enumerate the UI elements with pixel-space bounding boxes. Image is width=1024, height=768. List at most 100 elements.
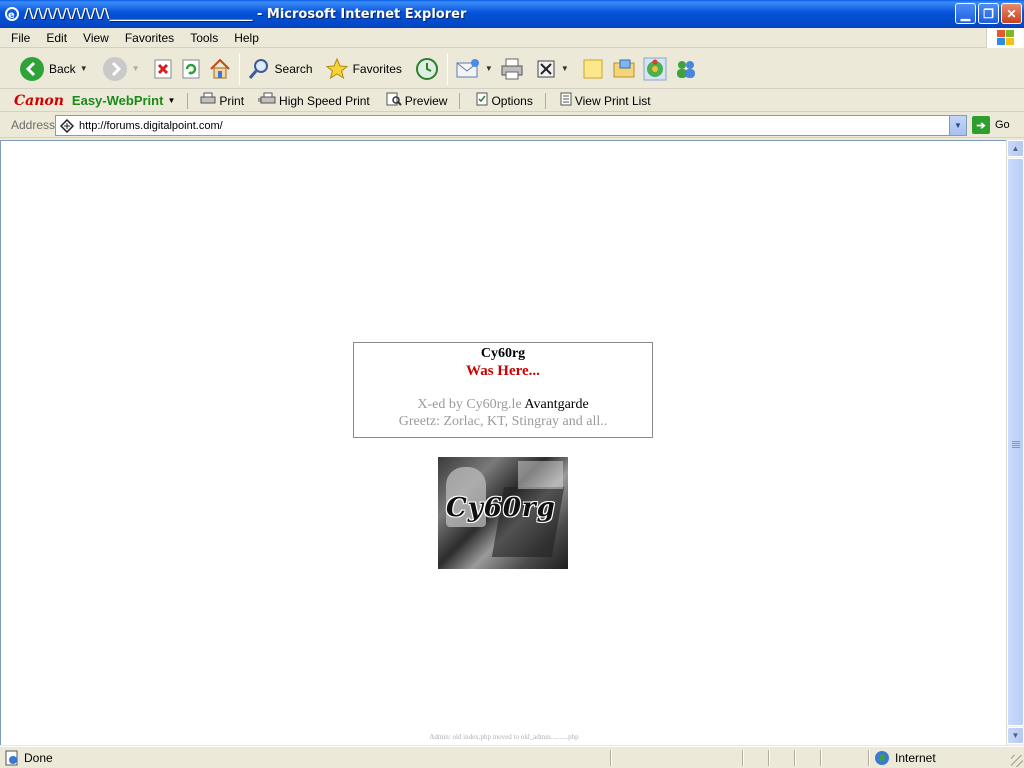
search-button[interactable]: Search [244, 52, 316, 86]
address-url: http://forums.digitalpoint.com/ [79, 119, 223, 132]
page-title: Cy60rg [480, 346, 526, 361]
menu-favorites[interactable]: Favorites [117, 31, 182, 45]
printer-icon [200, 92, 216, 109]
chevron-down-icon[interactable]: ▼ [561, 64, 569, 73]
xed-by-highlight: Avantgarde [524, 397, 589, 412]
printer-icon [501, 58, 523, 79]
easywebprint-menu[interactable]: Easy-WebPrint [72, 93, 164, 108]
separator [544, 92, 546, 109]
canon-easywebprint-bar: Canon Easy-WebPrint ▼ Print High Speed P… [0, 90, 1024, 112]
menu-bar: File Edit View Favorites Tools Help [0, 28, 1024, 48]
title-bar: e /\/\/\/\/\/\/\/\/\____________________… [0, 0, 1024, 28]
chevron-down-icon[interactable]: ▼ [485, 64, 493, 73]
address-label: Address [11, 118, 56, 132]
separator [459, 92, 461, 109]
menu-help[interactable]: Help [226, 31, 267, 45]
status-text: Done [24, 750, 53, 765]
chevron-down-icon[interactable]: ▼ [167, 96, 175, 105]
status-panel-divider [610, 750, 612, 766]
search-label: Search [274, 61, 313, 76]
page-icon [59, 118, 75, 133]
stop-button[interactable] [149, 52, 177, 86]
high-speed-print-label: High Speed Print [279, 93, 370, 108]
messenger-button[interactable] [670, 52, 702, 86]
back-button[interactable]: Back ▼ [16, 52, 91, 86]
home-button[interactable] [205, 52, 235, 86]
history-button[interactable] [411, 52, 443, 86]
go-label: Go [995, 119, 1010, 131]
status-panel-divider [794, 750, 796, 766]
high-speed-print-button[interactable]: High Speed Print [258, 92, 370, 109]
chevron-down-icon[interactable]: ▼ [132, 64, 140, 73]
zone-label: Internet [895, 751, 936, 765]
footer-note: Admin: old index.php moved to old_admin.… [429, 733, 579, 741]
standard-toolbar: Back ▼ ▼ Search Favorites ▼ ▼ [0, 49, 1024, 89]
note-icon [583, 59, 603, 78]
greetz-line: Greetz: Zorlac, KT, Stingray and all.. [398, 414, 608, 429]
defacement-image: Cy60rg [438, 457, 568, 569]
options-button[interactable]: Options [476, 92, 533, 109]
back-label: Back [49, 61, 76, 76]
security-zone: Internet [874, 750, 936, 766]
go-button[interactable]: ➔ Go [972, 116, 1010, 134]
ie-icon: e [4, 6, 20, 22]
toolbar-separator [238, 52, 240, 85]
discuss-button[interactable] [578, 52, 608, 86]
edit-button[interactable]: ▼ [532, 52, 572, 86]
page-content: Cy60rg Was Here... X-ed by Cy60rg.le Ava… [0, 140, 1006, 745]
minimize-button[interactable]: ▁ [955, 3, 976, 24]
icq-button[interactable] [640, 52, 670, 86]
menu-file[interactable]: File [3, 31, 38, 45]
menu-tools[interactable]: Tools [182, 31, 226, 45]
mail-button[interactable]: ▼ [452, 52, 496, 86]
menu-edit[interactable]: Edit [38, 31, 75, 45]
favorites-button[interactable]: Favorites [322, 52, 405, 86]
folder-icon [613, 59, 635, 77]
icq-flower-icon [643, 57, 667, 80]
back-arrow-icon [20, 56, 44, 81]
status-panel-divider [768, 750, 770, 766]
toolbar-separator [446, 52, 448, 85]
forward-button[interactable]: ▼ [99, 52, 143, 86]
refresh-button[interactable] [177, 52, 205, 86]
history-icon [415, 57, 438, 80]
print-button[interactable] [496, 52, 528, 86]
vertical-scrollbar[interactable]: ▲ ▼ [1006, 140, 1024, 745]
chevron-down-icon[interactable]: ▼ [80, 64, 88, 73]
resize-grip[interactable] [1011, 755, 1023, 767]
address-dropdown-button[interactable]: ▼ [949, 116, 966, 135]
view-print-list-label: View Print List [574, 93, 651, 108]
scroll-down-button[interactable]: ▼ [1007, 727, 1024, 744]
view-print-list-button[interactable]: View Print List [560, 92, 651, 109]
image-caption: Cy60rg [446, 493, 556, 523]
close-button[interactable]: ✕ [1001, 3, 1022, 24]
globe-icon [875, 751, 889, 765]
xed-by-text: X-ed by Cy60rg.le [417, 397, 525, 412]
canon-print-button[interactable]: Print [200, 92, 244, 109]
separator [187, 92, 189, 109]
svg-text:e: e [8, 10, 15, 21]
forward-arrow-icon [102, 56, 127, 81]
scroll-up-button[interactable]: ▲ [1007, 140, 1024, 157]
address-input[interactable]: http://forums.digitalpoint.com/ ▼ [55, 115, 967, 136]
xed-by-line: X-ed by Cy60rg.le Avantgarde [354, 397, 652, 413]
messenger-folder-button[interactable] [608, 52, 640, 86]
favorites-label: Favorites [352, 61, 402, 76]
go-arrow-icon: ➔ [972, 116, 990, 134]
stop-icon [154, 59, 172, 78]
grip-icon [1012, 441, 1020, 449]
menu-view[interactable]: View [75, 31, 117, 45]
list-icon [560, 92, 572, 109]
status-panel-divider [742, 750, 744, 766]
preview-label: Preview [404, 93, 448, 108]
window-title: /\/\/\/\/\/\/\/\/\______________________… [24, 6, 467, 22]
preview-button[interactable]: Preview [386, 92, 448, 109]
status-panel-divider [820, 750, 822, 766]
search-icon [248, 58, 268, 79]
checklist-icon [476, 92, 488, 109]
canon-logo: Canon [14, 92, 64, 109]
scroll-thumb[interactable] [1007, 158, 1024, 726]
star-icon [325, 57, 348, 79]
maximize-button[interactable]: ❐ [978, 3, 999, 24]
page-subtitle: Was Here... [466, 363, 540, 379]
